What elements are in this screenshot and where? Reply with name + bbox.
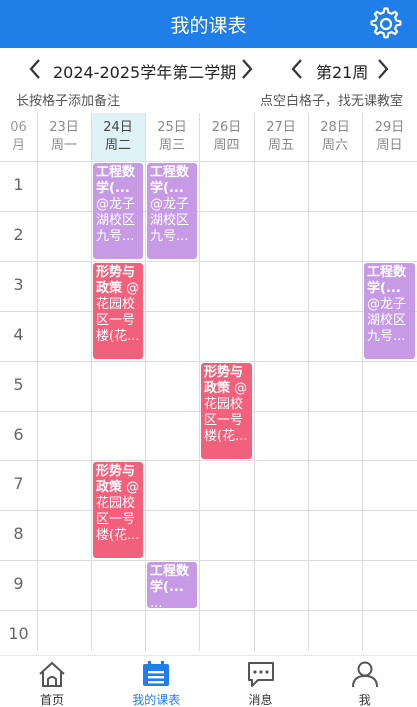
period-number: 7 (13, 474, 24, 493)
course-name: 工程数学(... (96, 165, 136, 196)
tab-message[interactable]: 消息 (209, 656, 313, 707)
course-block[interactable]: 工程数学(... @龙子湖校区九号... (364, 263, 415, 359)
day-date: 27日 (266, 120, 296, 135)
day-weekday: 周三 (158, 138, 185, 153)
calendar-icon (143, 661, 170, 686)
day-date: 26日 (211, 120, 242, 135)
day-weekday: 周六 (321, 138, 348, 153)
header-bar: 我的课表 (0, 0, 417, 48)
course-block[interactable]: 工程数学(... @龙子湖校区九号... (93, 163, 143, 259)
term-week-nav: 2024-2025学年第二学期 第21周 (0, 52, 417, 86)
tab-label: 我的课表 (132, 693, 181, 707)
next-week-chevron-icon[interactable] (374, 57, 392, 81)
period-number: 2 (13, 225, 24, 244)
period-number: 3 (13, 275, 24, 294)
day-header-3: 26日周四 (199, 113, 254, 161)
course-name: 工程数学(... (150, 165, 190, 196)
day-weekday: 周日 (376, 138, 403, 153)
grid-row-line (0, 311, 417, 312)
course-block[interactable]: 形势与政策 @花园校区一号楼(花... (201, 363, 252, 459)
course-location: @龙子湖校区九号... (367, 297, 407, 344)
prev-week-chevron-icon[interactable] (288, 57, 306, 81)
grid-col-line (362, 113, 363, 651)
course-location: @龙子湖校区九号... (150, 197, 190, 244)
tab-label: 我 (358, 693, 371, 707)
grid-row-line (0, 361, 417, 362)
day-header-0: 23日周一 (37, 113, 91, 161)
day-weekday: 周一 (50, 138, 77, 153)
grid-row-line (0, 610, 417, 611)
course-location: ... (150, 596, 163, 608)
grid-col-line (254, 113, 255, 651)
app-root: 我的课表 2024-2025学年第二学期 第21周 长按格子添加备注 点空白格子… (0, 0, 417, 707)
month-header: 06 月 (0, 113, 37, 161)
grid-row-line (0, 161, 417, 162)
course-name: 工程数学(... (150, 564, 190, 595)
timetable-grid[interactable]: 06 月 23日 周一 24日 周二 25日 周三 26日 周四 27日 周五 28日 周六 29日 周日… (0, 113, 417, 661)
grid-col-line (145, 113, 146, 651)
day-date: 25日 (157, 120, 187, 135)
course-block[interactable]: 形势与政策 @花园校区一号楼(花... (93, 462, 143, 558)
period-number: 8 (13, 524, 24, 543)
day-weekday: 周五 (267, 138, 294, 153)
grid-col-line (37, 113, 38, 651)
day-header-5: 28日周六 (308, 113, 362, 161)
tab-label: 消息 (248, 693, 273, 707)
day-date: 23日 (49, 120, 79, 135)
page-title: 我的课表 (170, 15, 247, 37)
period-number: 5 (13, 375, 24, 394)
tab-calendar[interactable]: 我的课表 (104, 656, 208, 707)
course-block[interactable]: 形势与政策 @花园校区一号楼(花... (93, 263, 143, 359)
term-label[interactable]: 2024-2025学年第二学期 (53, 59, 236, 83)
bottom-tab-bar: 首页 我的课表 消息 我 (0, 655, 417, 707)
message-icon (247, 662, 274, 687)
grid-row-line (0, 460, 417, 461)
grid-col-line (91, 113, 92, 651)
grid-row-line (0, 560, 417, 561)
course-block[interactable]: 工程数学(... ... (147, 562, 197, 608)
period-number: 1 (13, 175, 24, 194)
tab-user[interactable]: 我 (313, 656, 417, 707)
week-label[interactable]: 第21周 (316, 59, 368, 83)
gear-icon[interactable] (369, 7, 403, 41)
day-header-4: 27日周五 (254, 113, 308, 161)
tab-label: 首页 (39, 693, 64, 707)
grid-col-line (199, 113, 200, 651)
next-term-chevron-icon[interactable] (238, 57, 256, 81)
course-name: 工程数学(... (367, 265, 407, 296)
day-header-2: 25日周三 (145, 113, 199, 161)
course-block[interactable]: 工程数学(... @龙子湖校区九号... (147, 163, 197, 259)
tab-home[interactable]: 首页 (0, 656, 104, 707)
day-header-1: 24日周二 (91, 113, 145, 161)
period-number: 9 (13, 574, 24, 593)
day-header-6: 29日周日 (362, 113, 417, 161)
month-unit: 月 (11, 138, 25, 153)
day-weekday: 周二 (104, 138, 131, 153)
hint-add-note: 长按格子添加备注 (16, 94, 121, 109)
hint-find-classroom: 点空白格子，找无课教室 (259, 94, 403, 109)
user-icon (351, 661, 378, 688)
period-number: 6 (13, 425, 24, 444)
period-number: 10 (8, 624, 29, 643)
prev-term-chevron-icon[interactable] (26, 57, 44, 81)
home-icon (39, 661, 65, 687)
course-location: @龙子湖校区九号... (96, 197, 136, 244)
period-number: 4 (13, 325, 24, 344)
month-number: 06 (10, 120, 27, 135)
grid-col-line (308, 113, 309, 651)
grid-row-line (0, 211, 417, 212)
hint-row: 长按格子添加备注 点空白格子，找无课教室 (0, 88, 417, 109)
day-date: 28日 (320, 120, 350, 135)
grid-row-line (0, 510, 417, 511)
grid-row-line (0, 261, 417, 262)
day-weekday: 周四 (213, 138, 240, 153)
day-date: 24日 (103, 120, 133, 135)
day-date: 29日 (374, 120, 405, 135)
